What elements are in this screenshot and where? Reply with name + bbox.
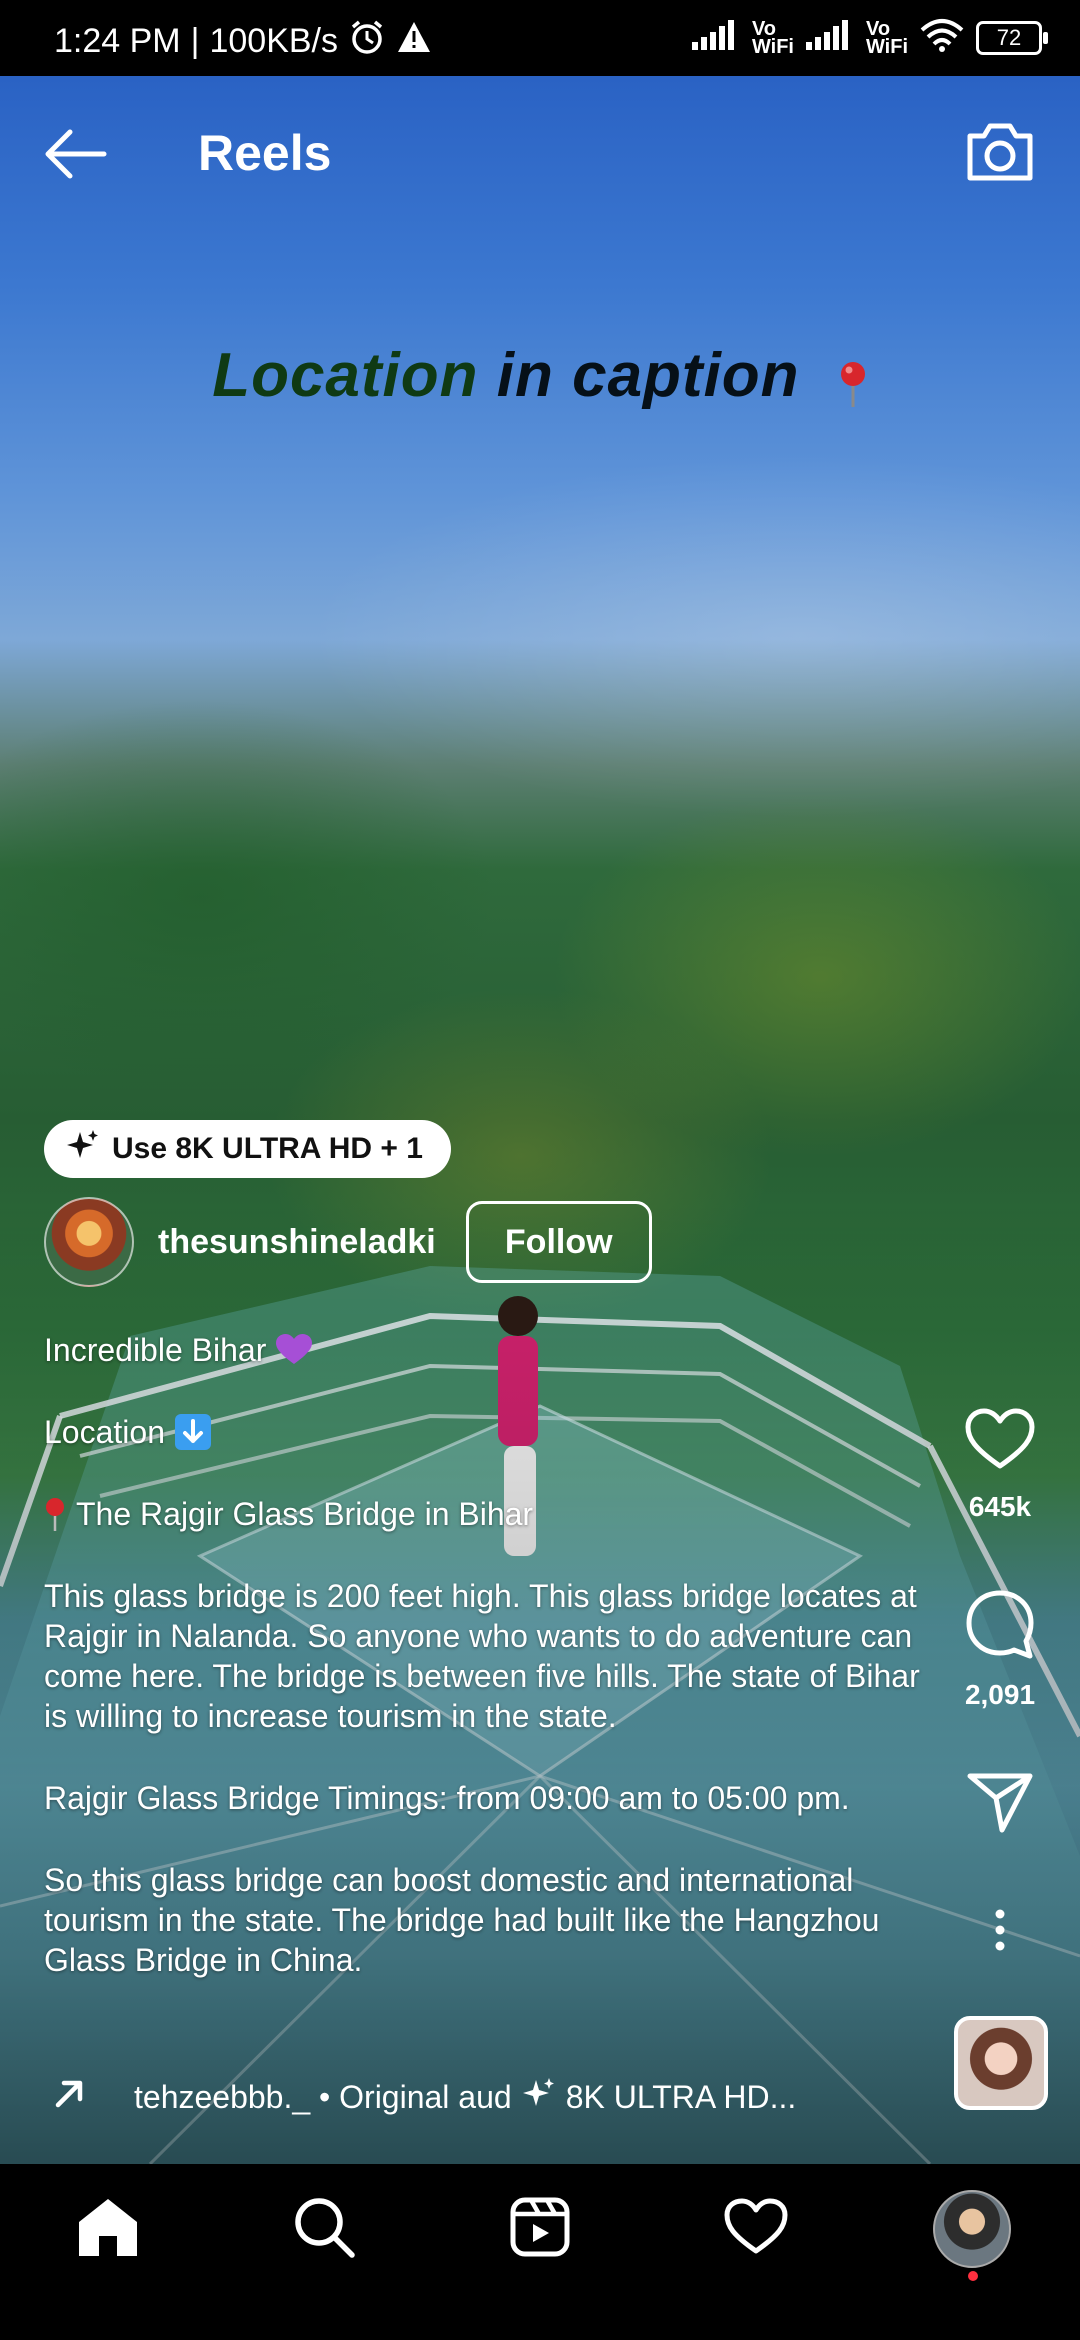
heart-icon[interactable] bbox=[964, 1408, 1036, 1477]
caption-line-1: Incredible Bihar bbox=[44, 1330, 944, 1370]
caption-paragraph-1: This glass bridge is 200 feet high. This… bbox=[44, 1578, 920, 1734]
follow-button[interactable]: Follow bbox=[465, 1201, 652, 1283]
reel-caption[interactable]: Incredible Bihar Location The Rajgir Gla… bbox=[44, 1330, 944, 1980]
effect-label: Use 8K ULTRA HD + 1 bbox=[112, 1132, 423, 1165]
audio-sparkle-icon bbox=[522, 2076, 556, 2118]
caption-paragraph-2: Rajgir Glass Bridge Timings: from 09:00 … bbox=[44, 1780, 850, 1816]
down-arrow-icon bbox=[174, 1414, 211, 1450]
status-time: 1:24 PM bbox=[54, 22, 181, 60]
share-action bbox=[920, 1770, 1080, 1839]
comment-action: 2,091 bbox=[920, 1588, 1080, 1711]
page-title: Reels bbox=[198, 125, 332, 181]
author-row: thesunshineladki Follow bbox=[44, 1197, 652, 1287]
vowifi-bottom-2: WiFi bbox=[865, 36, 908, 58]
author-avatar[interactable] bbox=[44, 1197, 134, 1287]
comment-icon[interactable] bbox=[964, 1588, 1036, 1665]
vowifi-bottom: WiFi bbox=[751, 36, 794, 58]
purple-heart-icon bbox=[276, 1334, 313, 1366]
pin-icon bbox=[838, 351, 868, 407]
overlay-word-caption: in caption bbox=[496, 341, 800, 410]
like-action: 645k bbox=[920, 1408, 1080, 1523]
search-icon bbox=[292, 2195, 356, 2264]
caption-paragraph-3: So this glass bridge can boost domestic … bbox=[44, 1862, 880, 1978]
vowifi-badge-2: Vo WiFi bbox=[865, 19, 908, 58]
caption-line-2-text: Location bbox=[44, 1414, 165, 1450]
audio-label[interactable]: tehzeebbb._ • Original aud bbox=[134, 2079, 512, 2116]
comment-count[interactable]: 2,091 bbox=[965, 1679, 1035, 1711]
vowifi-badge-1: Vo WiFi bbox=[751, 19, 794, 58]
wifi-icon bbox=[920, 18, 964, 58]
caption-line-1-text: Incredible Bihar bbox=[44, 1332, 267, 1368]
overlay-word-location: Location bbox=[212, 341, 479, 410]
use-effect-button[interactable]: Use 8K ULTRA HD + 1 bbox=[44, 1120, 451, 1178]
like-count[interactable]: 645k bbox=[969, 1491, 1031, 1523]
video-text-overlay: Location in caption bbox=[0, 340, 1080, 411]
warning-icon bbox=[396, 20, 432, 63]
caption-line-2: Location bbox=[44, 1412, 944, 1452]
more-action bbox=[920, 1908, 1080, 1957]
caption-line-3: The Rajgir Glass Bridge in Bihar bbox=[44, 1494, 944, 1534]
nav-reels[interactable] bbox=[490, 2179, 590, 2279]
signal-icon bbox=[691, 20, 740, 56]
camera-icon[interactable] bbox=[964, 118, 1036, 184]
status-speed: 100KB/s bbox=[209, 22, 338, 60]
signal-icon-2 bbox=[805, 20, 854, 56]
audio-row[interactable]: tehzeebbb._ • Original aud 8K ULTRA HD..… bbox=[50, 2072, 930, 2122]
home-icon bbox=[75, 2196, 141, 2263]
author-username[interactable]: thesunshineladki bbox=[158, 1223, 436, 1262]
top-bar: Reels bbox=[0, 76, 1080, 226]
profile-avatar bbox=[933, 2190, 1011, 2268]
back-arrow-icon[interactable] bbox=[40, 126, 110, 182]
notification-dot bbox=[968, 2271, 978, 2281]
status-left: 1:24 PM | 100KB/s bbox=[54, 18, 432, 65]
more-options-icon[interactable] bbox=[993, 1908, 1007, 1957]
sparkle-icon bbox=[66, 1128, 100, 1170]
alarm-icon bbox=[348, 18, 386, 65]
reels-icon bbox=[509, 2196, 571, 2263]
battery-indicator: 72 bbox=[976, 21, 1048, 55]
nav-home[interactable] bbox=[58, 2179, 158, 2279]
nav-profile[interactable] bbox=[922, 2179, 1022, 2281]
caption-line-3-text: The Rajgir Glass Bridge in Bihar bbox=[76, 1496, 534, 1532]
send-icon[interactable] bbox=[966, 1770, 1034, 1839]
status-right: Vo WiFi Vo WiFi 72 bbox=[691, 18, 1048, 58]
reels-screen: 1:24 PM | 100KB/s Vo WiFi Vo WiFi 72 Ree… bbox=[0, 0, 1080, 2340]
audio-thumbnail[interactable] bbox=[954, 2016, 1048, 2110]
status-divider: | bbox=[190, 22, 200, 60]
bottom-navigation bbox=[0, 2164, 1080, 2294]
heart-outline-icon bbox=[723, 2198, 789, 2261]
trend-arrow-icon bbox=[50, 2073, 90, 2121]
nav-activity[interactable] bbox=[706, 2179, 806, 2279]
status-bar: 1:24 PM | 100KB/s Vo WiFi Vo WiFi 72 bbox=[0, 0, 1080, 76]
system-nav-area bbox=[0, 2294, 1080, 2340]
audio-effect-label[interactable]: 8K ULTRA HD... bbox=[566, 2079, 797, 2116]
location-pin-icon bbox=[44, 1497, 66, 1531]
nav-search[interactable] bbox=[274, 2179, 374, 2279]
